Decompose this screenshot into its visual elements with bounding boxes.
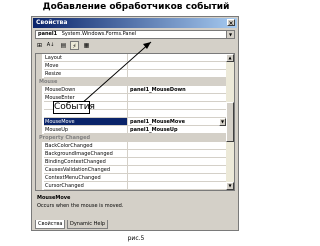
annotation-arrow bbox=[80, 41, 152, 105]
events-callout: События bbox=[53, 101, 95, 114]
figure-caption: рис.5 bbox=[127, 235, 145, 242]
